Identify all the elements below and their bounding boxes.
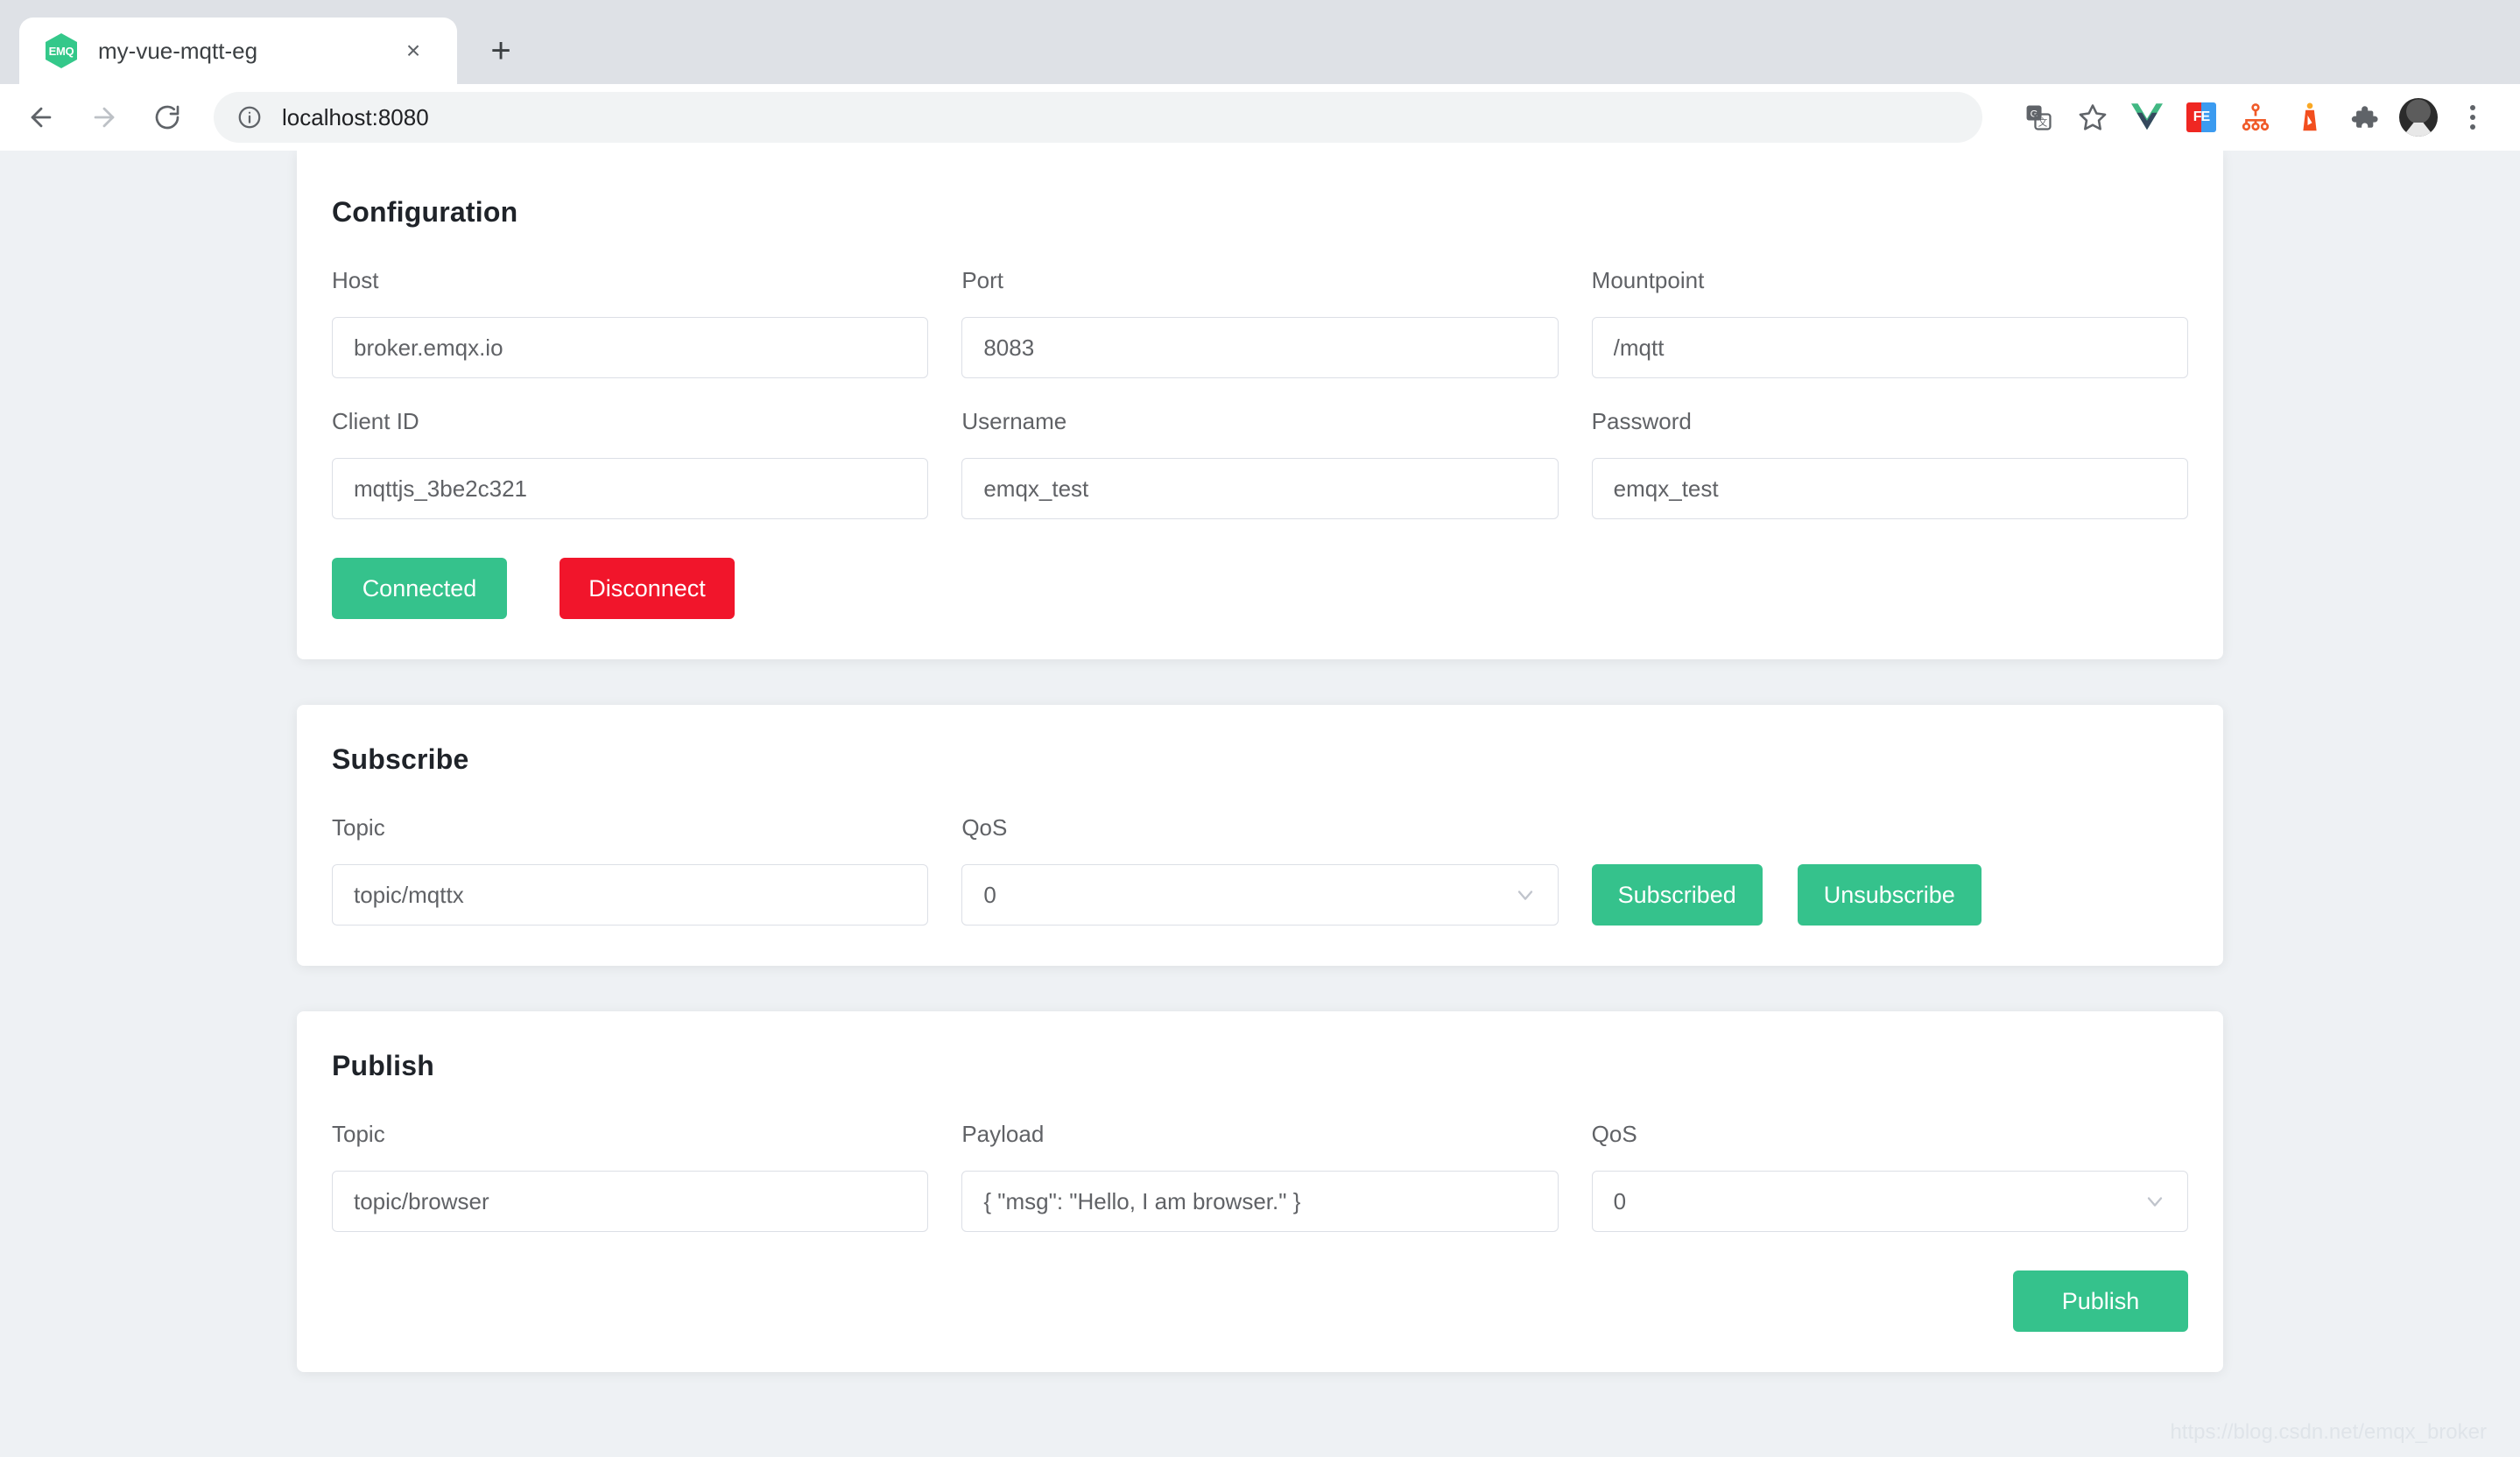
tab-strip: EMQ my-vue-mqtt-eg × + — [0, 0, 2520, 84]
address-bar[interactable]: localhost:8080 — [214, 92, 1982, 143]
publish-topic-field: Topic — [332, 1121, 928, 1232]
mountpoint-field: Mountpoint — [1592, 267, 2188, 378]
username-field: Username — [961, 408, 1558, 519]
publish-payload-input[interactable] — [961, 1171, 1558, 1232]
favicon-label: EMQ — [49, 45, 74, 58]
publish-title: Publish — [332, 1050, 2188, 1082]
lighthouse-extension-icon[interactable] — [2285, 93, 2334, 142]
disconnect-button[interactable]: Disconnect — [560, 558, 735, 619]
password-label: Password — [1592, 408, 2188, 435]
sitemap-extension-icon[interactable] — [2231, 93, 2280, 142]
subscribe-button-group: Subscribed Unsubscribe — [1592, 814, 2188, 926]
browser-toolbar: localhost:8080 G文 FE — [0, 84, 2520, 151]
watermark: https://blog.csdn.net/emqx_broker — [2170, 1420, 2487, 1445]
tab-title: my-vue-mqtt-eg — [98, 38, 257, 65]
password-field: Password — [1592, 408, 2188, 519]
subscribe-card: Subscribe Topic QoS Subscribed — [297, 705, 2223, 966]
connect-button[interactable]: Connected — [332, 558, 507, 619]
host-input[interactable] — [332, 317, 928, 378]
subscribe-button[interactable]: Subscribed — [1592, 864, 1763, 926]
subscribe-qos-label: QoS — [961, 814, 1558, 841]
info-icon[interactable] — [235, 102, 264, 132]
host-label: Host — [332, 267, 928, 294]
mountpoint-label: Mountpoint — [1592, 267, 2188, 294]
unsubscribe-button[interactable]: Unsubscribe — [1798, 864, 1982, 926]
username-input[interactable] — [961, 458, 1558, 519]
toolbar-actions: G文 FE — [2014, 93, 2497, 142]
publish-qos-field: QoS — [1592, 1121, 2188, 1232]
publish-row: Topic Payload QoS — [332, 1121, 2188, 1232]
port-input[interactable] — [961, 317, 1558, 378]
connection-button-row: Connected Disconnect — [332, 558, 2188, 619]
browser-tab[interactable]: EMQ my-vue-mqtt-eg × — [19, 18, 457, 84]
publish-qos-select[interactable] — [1592, 1171, 2188, 1232]
publish-topic-input[interactable] — [332, 1171, 928, 1232]
subscribe-topic-input[interactable] — [332, 864, 928, 926]
publish-payload-label: Payload — [961, 1121, 1558, 1148]
url-text: localhost:8080 — [282, 104, 429, 131]
username-label: Username — [961, 408, 1558, 435]
extensions-puzzle-icon[interactable] — [2340, 93, 2389, 142]
publish-qos-label: QoS — [1592, 1121, 2188, 1148]
configuration-title: Configuration — [332, 196, 2188, 229]
vue-devtools-icon[interactable] — [2122, 93, 2172, 142]
back-arrow-icon[interactable] — [16, 92, 67, 143]
client-id-input[interactable] — [332, 458, 928, 519]
fe-extension-icon[interactable]: FE — [2177, 93, 2226, 142]
configuration-row-2: Client ID Username Password — [332, 408, 2188, 519]
emq-favicon-icon: EMQ — [46, 33, 77, 68]
publish-button-row: Publish — [332, 1270, 2188, 1332]
profile-avatar[interactable] — [2394, 93, 2443, 142]
translate-icon[interactable]: G文 — [2014, 93, 2063, 142]
publish-topic-label: Topic — [332, 1121, 928, 1148]
subscribe-qos-field: QoS — [961, 814, 1558, 926]
close-icon[interactable]: × — [396, 33, 431, 68]
host-field: Host — [332, 267, 928, 378]
configuration-row-1: Host Port Mountpoint — [332, 267, 2188, 378]
subscribe-title: Subscribe — [332, 743, 2188, 776]
subscribe-topic-label: Topic — [332, 814, 928, 841]
subscribe-topic-field: Topic — [332, 814, 928, 926]
publish-payload-field: Payload — [961, 1121, 1558, 1232]
forward-arrow-icon — [79, 92, 130, 143]
svg-text:文: 文 — [2038, 116, 2048, 128]
subscribe-row: Topic QoS Subscribed Unsubscribe — [332, 814, 2188, 926]
client-id-field: Client ID — [332, 408, 928, 519]
mountpoint-input[interactable] — [1592, 317, 2188, 378]
password-input[interactable] — [1592, 458, 2188, 519]
port-label: Port — [961, 267, 1558, 294]
subscribe-qos-select[interactable] — [961, 864, 1558, 926]
mqtt-client-page: Configuration Host Port Mountpoint Clien… — [0, 151, 2520, 1407]
configuration-card: Configuration Host Port Mountpoint Clien… — [297, 151, 2223, 659]
browser-chrome: EMQ my-vue-mqtt-eg × + localhost:8080 G文 — [0, 0, 2520, 151]
chrome-menu-icon[interactable] — [2448, 93, 2497, 142]
port-field: Port — [961, 267, 1558, 378]
bookmark-star-icon[interactable] — [2068, 93, 2117, 142]
publish-card: Publish Topic Payload QoS — [297, 1011, 2223, 1372]
publish-button[interactable]: Publish — [2013, 1270, 2188, 1332]
page-viewport: Configuration Host Port Mountpoint Clien… — [0, 151, 2520, 1457]
new-tab-button[interactable]: + — [473, 23, 529, 79]
client-id-label: Client ID — [332, 408, 928, 435]
reload-icon[interactable] — [142, 92, 193, 143]
